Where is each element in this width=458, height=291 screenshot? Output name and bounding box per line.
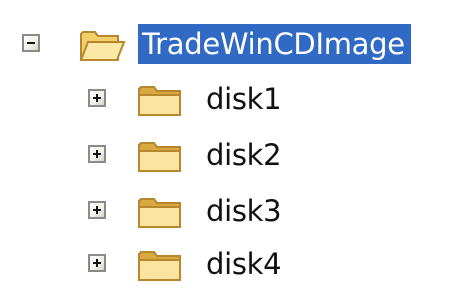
tree-node-label[interactable]: disk4: [206, 244, 282, 284]
tree-node-disk2[interactable]: disk2: [0, 135, 300, 179]
tree-node-label[interactable]: disk2: [206, 135, 282, 175]
folder-open-icon: [79, 31, 126, 61]
folder-icon: [138, 142, 181, 172]
expand-icon[interactable]: [88, 145, 106, 163]
folder-icon: [138, 86, 181, 116]
tree-node-disk3[interactable]: disk3: [0, 191, 300, 235]
collapse-icon[interactable]: [22, 34, 40, 52]
tree-node-disk4[interactable]: disk4: [0, 244, 300, 288]
tree-node-root[interactable]: TradeWinCDImage: [0, 24, 458, 68]
folder-tree: TradeWinCDImage disk1 disk2 disk3 disk4: [0, 0, 458, 291]
expand-icon[interactable]: [88, 254, 106, 272]
tree-node-disk1[interactable]: disk1: [0, 79, 300, 123]
folder-icon: [138, 198, 181, 228]
expand-icon[interactable]: [88, 201, 106, 219]
tree-node-label[interactable]: disk3: [206, 191, 282, 231]
expand-icon[interactable]: [88, 89, 106, 107]
tree-node-label[interactable]: TradeWinCDImage: [138, 24, 411, 64]
folder-icon: [138, 251, 181, 281]
tree-node-label[interactable]: disk1: [206, 79, 282, 119]
